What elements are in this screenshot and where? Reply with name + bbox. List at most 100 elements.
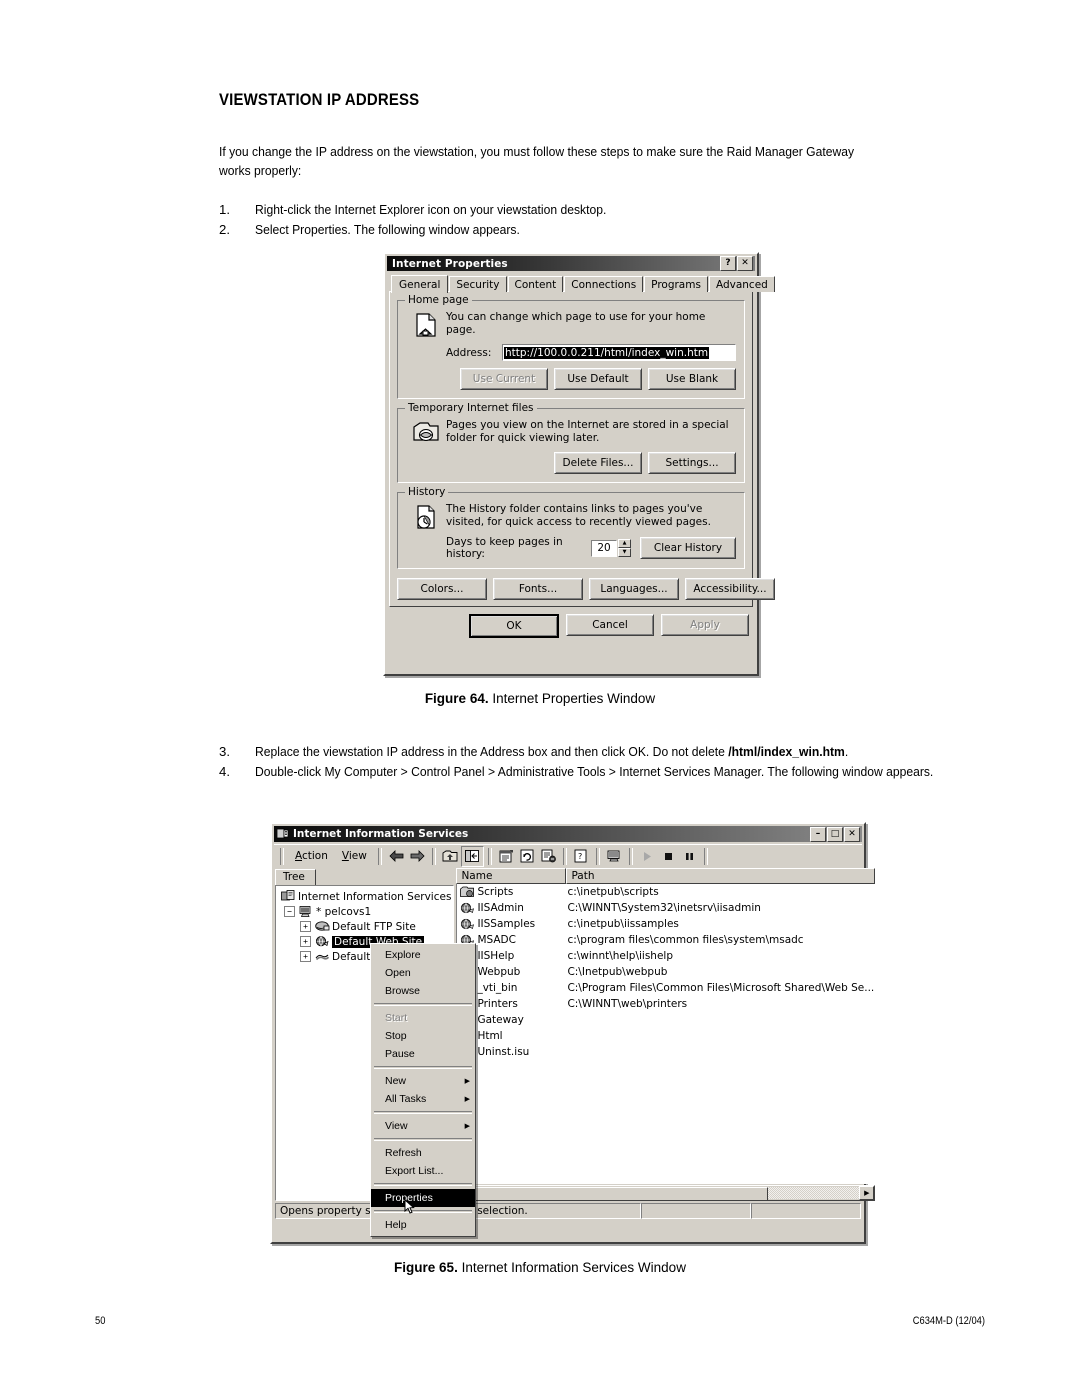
scrollbar-thumb[interactable] — [472, 1187, 769, 1201]
table-row[interactable]: _vti_bin C:\Program Files\Common Files\M… — [457, 980, 874, 996]
tab-programs[interactable]: Programs — [644, 276, 708, 292]
accessibility-button[interactable]: Accessibility... — [685, 578, 775, 600]
use-blank-button[interactable]: Use Blank — [648, 368, 736, 390]
step3-pre: Replace the viewstation IP address in th… — [255, 744, 729, 759]
horizontal-scrollbar[interactable]: ◀ ▶ — [456, 1185, 876, 1201]
tree-item-internet-information-services[interactable]: Internet Information Services — [278, 889, 451, 904]
table-row[interactable]: IISHelp c:\winnt\help\iishelp — [457, 948, 874, 964]
menu-item-pause[interactable]: Pause — [371, 1045, 475, 1063]
step-number: 2. — [219, 222, 230, 237]
menu-item-refresh[interactable]: Refresh — [371, 1144, 475, 1162]
close-button[interactable]: ✕ — [737, 256, 753, 271]
clear-history-button[interactable]: Clear History — [640, 537, 736, 559]
home-page-description: You can change which page to use for you… — [446, 311, 706, 336]
column-header-name[interactable]: Name — [456, 868, 567, 884]
show-hide-tree-icon[interactable] — [460, 845, 484, 867]
minimize-button[interactable]: – — [810, 826, 826, 842]
table-row[interactable]: Webpub C:\Inetpub\webpub — [457, 964, 874, 980]
table-row[interactable]: Printers C:\WINNT\web\printers — [457, 996, 874, 1012]
table-row[interactable]: Scripts c:\inetpub\scripts — [457, 884, 874, 900]
tab-security[interactable]: Security — [449, 276, 507, 292]
forward-arrow-icon[interactable] — [407, 847, 428, 866]
spin-down-icon[interactable]: ▼ — [618, 548, 631, 557]
scrollbar-track[interactable] — [472, 1187, 860, 1201]
menu-item-open[interactable]: Open — [371, 964, 475, 982]
tree-collapse-icon[interactable]: − — [284, 906, 295, 917]
tab-general[interactable]: General — [391, 275, 449, 293]
row-path-cell: C:\Program Files\Common Files\Microsoft … — [567, 982, 875, 994]
internet-information-services-window[interactable]: Internet Information Services – □ ✕ AAct… — [270, 822, 876, 1244]
menu-item-all-tasks[interactable]: All Tasks ▶ — [371, 1090, 475, 1108]
submenu-arrow-icon: ▶ — [464, 1123, 470, 1130]
cancel-button[interactable]: Cancel — [566, 614, 654, 636]
tree-item-label: * pelcovs1 — [316, 905, 372, 918]
table-row[interactable]: IISSamples c:\inetpub\iissamples — [457, 916, 874, 932]
tree-item-default-ftp-site[interactable]: + Default FTP Site — [278, 919, 451, 934]
menu-separator — [374, 1210, 472, 1213]
status-bar-panel-2 — [641, 1203, 751, 1219]
internet-properties-dialog[interactable]: Internet Properties ? ✕ General Security… — [383, 252, 775, 676]
use-current-button[interactable]: Use Current — [460, 368, 548, 390]
tab-tree[interactable]: Tree — [275, 869, 316, 885]
table-row[interactable]: IISAdmin C:\WINNT\System32\inetsrv\iisad… — [457, 900, 874, 916]
ok-button[interactable]: OK — [469, 614, 559, 638]
menu-item-explore[interactable]: Explore — [371, 946, 475, 964]
row-name-cell: IISAdmin — [457, 902, 567, 914]
tab-content[interactable]: Content — [507, 276, 564, 292]
menu-item-help[interactable]: Help — [371, 1216, 475, 1234]
table-row[interactable]: Gateway — [457, 1012, 874, 1028]
colors-button[interactable]: Colors... — [397, 578, 487, 600]
start-icon[interactable] — [637, 847, 658, 866]
tree-item-pelcovs1[interactable]: − * pelcovs1 — [278, 904, 451, 919]
table-row[interactable]: Html — [457, 1028, 874, 1044]
tree-expand-icon[interactable]: + — [300, 921, 311, 932]
web-app-icon — [460, 902, 475, 914]
close-button[interactable]: ✕ — [844, 826, 860, 842]
menu-item-new[interactable]: New ▶ — [371, 1072, 475, 1090]
tree-expand-icon[interactable]: + — [300, 936, 311, 947]
tab-connections[interactable]: Connections — [564, 276, 644, 292]
delete-files-button[interactable]: Delete Files... — [554, 452, 642, 474]
apply-button[interactable]: Apply — [661, 614, 749, 636]
refresh-icon[interactable] — [517, 847, 538, 866]
fonts-button[interactable]: Fonts... — [493, 578, 583, 600]
export-list-icon[interactable] — [538, 847, 559, 866]
menu-action[interactable]: AActionction — [288, 849, 335, 863]
smtp-icon — [314, 950, 330, 963]
days-to-keep-stepper[interactable]: 20 ▲ ▼ — [591, 539, 631, 557]
spin-up-icon[interactable]: ▲ — [618, 539, 631, 548]
up-one-level-icon[interactable] — [440, 847, 461, 866]
connect-computer-icon[interactable] — [604, 847, 625, 866]
tree-context-menu[interactable]: Explore Open Browse Start Stop Pause New… — [370, 943, 476, 1237]
use-default-button[interactable]: Use Default — [554, 368, 642, 390]
back-arrow-icon[interactable] — [386, 847, 407, 866]
table-row[interactable]: MSADC c:\program files\common files\syst… — [457, 932, 874, 948]
tree-expand-icon[interactable]: + — [300, 951, 311, 962]
menu-item-stop[interactable]: Stop — [371, 1027, 475, 1045]
help-button[interactable]: ? — [720, 256, 736, 271]
properties-icon[interactable] — [496, 847, 517, 866]
column-header-path[interactable]: Path — [566, 868, 876, 884]
settings-button[interactable]: Settings... — [648, 452, 736, 474]
menu-view[interactable]: View — [335, 849, 374, 863]
menu-item-browse[interactable]: Browse — [371, 982, 475, 1000]
days-to-keep-value[interactable]: 20 — [591, 539, 617, 557]
table-row[interactable]: Uninst.isu — [457, 1044, 874, 1060]
help-icon[interactable]: ? — [571, 847, 592, 866]
scroll-right-icon[interactable]: ▶ — [859, 1186, 875, 1200]
menu-item-export-list[interactable]: Export List... — [371, 1162, 475, 1180]
maximize-button[interactable]: □ — [827, 826, 843, 842]
tab-advanced[interactable]: Advanced — [708, 276, 775, 292]
row-name-text: IISAdmin — [477, 902, 524, 914]
submenu-arrow-icon: ▶ — [464, 1096, 470, 1103]
iis-main-area: Tree Internet Information Services − * p… — [275, 868, 876, 1201]
list-view[interactable]: Scripts c:\inetpub\scripts IISAdmin C:\W… — [456, 884, 876, 1184]
footer-page-number: 50 — [95, 1315, 106, 1327]
menu-item-view[interactable]: View ▶ — [371, 1117, 475, 1135]
pause-icon[interactable] — [679, 847, 700, 866]
languages-button[interactable]: Languages... — [589, 578, 679, 600]
list-header: Name Path — [456, 868, 876, 884]
stop-icon[interactable] — [658, 847, 679, 866]
menu-item-properties[interactable]: Properties — [371, 1189, 475, 1214]
address-input[interactable]: http://100.0.0.211/html/index_win.htm — [502, 344, 736, 361]
